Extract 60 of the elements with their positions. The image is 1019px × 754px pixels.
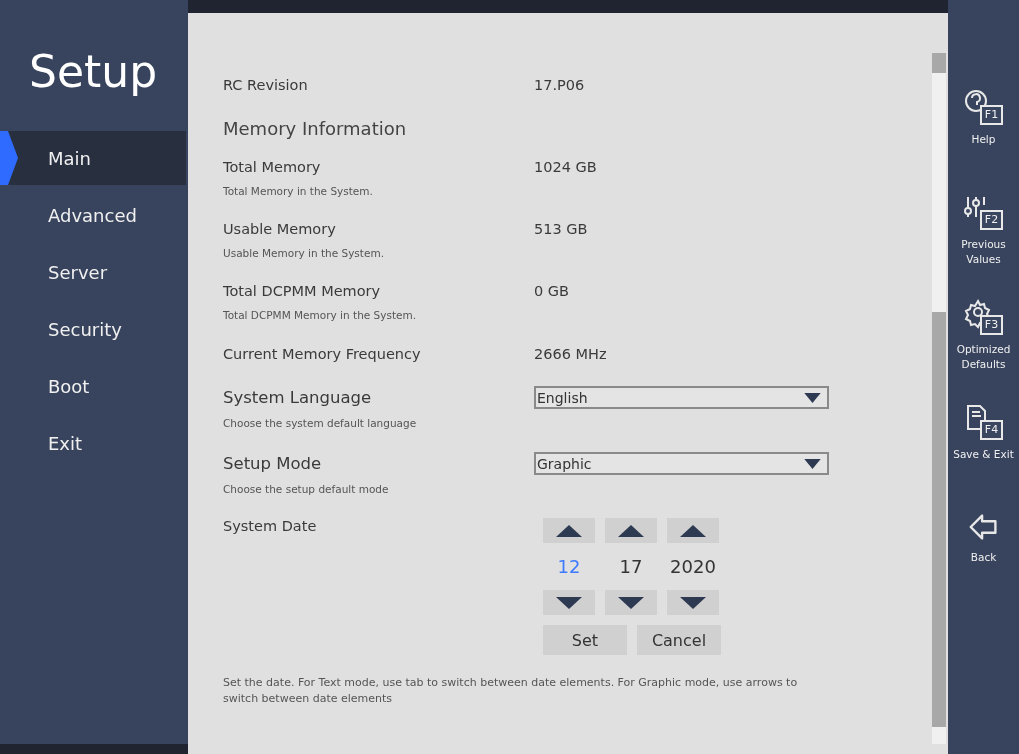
function-key-button[interactable]: F3 Optimized Defaults — [948, 298, 1019, 403]
cancel-button[interactable]: Cancel — [637, 625, 721, 655]
help-icon — [963, 88, 1004, 128]
setting-label: Current Memory Frequency — [223, 345, 422, 362]
setting-label: Total DCPMM Memory — [223, 283, 382, 299]
setting-value: 2666 MHz — [534, 345, 608, 362]
increment-button[interactable] — [667, 518, 719, 543]
help-text: Set the date. For Text mode, use tab to switch between date elements. For Graphic mode, use arrows to switch between date elements — [223, 675, 799, 707]
function-key-button[interactable]: F2 Previous Values — [948, 193, 1019, 298]
setup-title: Setup — [28, 45, 159, 99]
increment-button[interactable] — [543, 518, 595, 543]
setting-value: 17.P06 — [534, 76, 586, 93]
sidebar-tab[interactable]: Advanced — [0, 188, 186, 242]
key-label: F3 — [983, 317, 1000, 333]
setting-value: 513 GB — [534, 221, 589, 237]
dropdown[interactable]: English — [534, 386, 829, 409]
dropdown-arrow-icon — [804, 458, 821, 469]
decrement-button[interactable] — [667, 590, 719, 615]
increment-button[interactable] — [605, 518, 657, 543]
setting-description: Choose the system default language — [223, 417, 418, 430]
section-heading: Memory Information — [223, 117, 408, 139]
setting-label: RC Revision — [223, 76, 309, 93]
scrollbar[interactable] — [932, 53, 946, 744]
setting-value: 0 GB — [534, 283, 571, 299]
selection-marker-icon — [0, 131, 18, 185]
setting-description: Total DCPMM Memory in the System. — [223, 309, 418, 322]
setting-description: Choose the setup default mode — [223, 483, 390, 496]
decrement-button[interactable] — [605, 590, 657, 615]
dropdown-arrow-icon — [804, 392, 821, 403]
setting-label: System Date — [223, 518, 318, 534]
setting-value: 1024 GB — [534, 159, 598, 175]
setting-description: Usable Memory in the System. — [223, 247, 385, 260]
sidebar-tab[interactable]: Exit — [0, 416, 186, 470]
sidebar-tab[interactable]: Boot — [0, 359, 186, 413]
date-value[interactable]: 17 — [619, 543, 643, 590]
function-key-button[interactable]: F4 Save & Exit — [948, 403, 1019, 508]
key-label: F2 — [983, 212, 1000, 228]
set-button[interactable]: Set — [543, 625, 627, 655]
setting-label: Usable Memory — [223, 221, 337, 237]
function-key-button[interactable]: Back — [948, 508, 1019, 613]
down-arrow-icon — [556, 596, 582, 609]
gear-icon — [963, 298, 1004, 338]
up-arrow-icon — [680, 524, 706, 537]
key-label: F4 — [983, 422, 1000, 438]
key-label: F1 — [983, 107, 1000, 123]
up-arrow-icon — [618, 524, 644, 537]
function-key-button[interactable]: F1 Help — [948, 88, 1019, 193]
setting-label: System Language — [223, 388, 373, 407]
sidebar-tab[interactable]: Security — [0, 302, 186, 356]
dropdown[interactable]: Graphic — [534, 452, 829, 475]
up-arrow-icon — [556, 524, 582, 537]
sidebar-tab[interactable]: Main — [0, 131, 186, 185]
down-arrow-icon — [680, 596, 706, 609]
down-arrow-icon — [618, 596, 644, 609]
sidebar-tab[interactable]: Server — [0, 245, 186, 299]
setting-description: Total Memory in the System. — [223, 185, 374, 198]
setting-label: Total Memory — [223, 159, 322, 175]
setting-label: Setup Mode — [223, 454, 323, 473]
decrement-button[interactable] — [543, 590, 595, 615]
date-value[interactable]: 2020 — [670, 543, 716, 590]
